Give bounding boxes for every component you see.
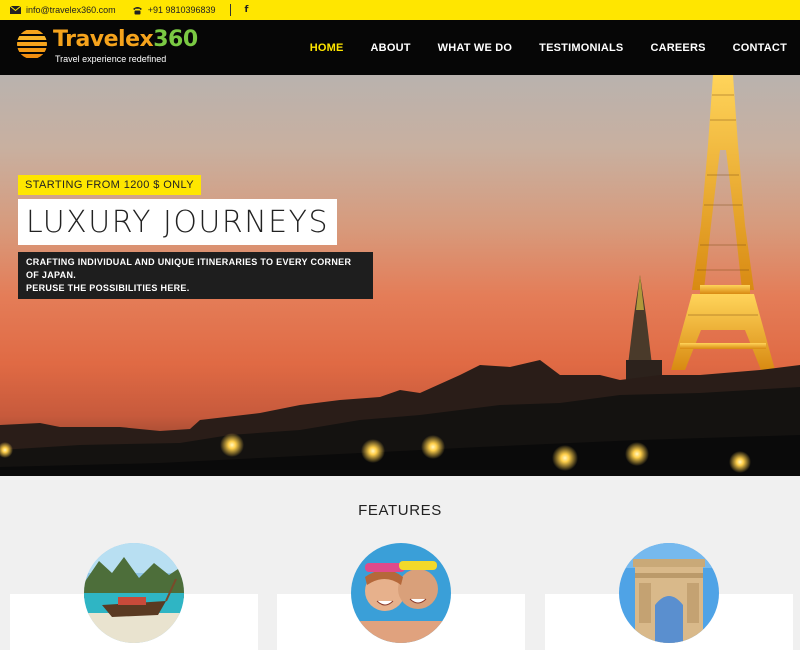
arc-de-triomphe-image <box>619 543 719 643</box>
sun-stripes-logo <box>17 29 47 59</box>
nav-careers[interactable]: CAREERS <box>650 42 705 54</box>
phone-contact[interactable]: +91 9810396839 <box>132 5 216 15</box>
facebook-icon[interactable]: f <box>245 5 249 15</box>
brand-part-2: 360 <box>153 27 198 52</box>
phone-icon <box>132 6 142 14</box>
divider <box>229 4 231 16</box>
email-text[interactable]: info@travelex360.com <box>26 5 116 15</box>
main-nav: HOME ABOUT WHAT WE DO TESTIMONIALS CAREE… <box>310 20 787 75</box>
site-header: Travelex360 Travel experience redefined … <box>0 20 800 75</box>
hero-description: CRAFTING INDIVIDUAL AND UNIQUE ITINERARI… <box>18 252 373 299</box>
price-badge: STARTING FROM 1200 $ ONLY <box>18 175 201 195</box>
top-contact-bar: info@travelex360.com +91 9810396839 f <box>0 0 800 20</box>
hero-description-line-2: PERUSE THE POSSIBILITIES HERE. <box>26 283 190 293</box>
nav-about[interactable]: ABOUT <box>371 42 411 54</box>
brand-name: Travelex360 <box>53 28 198 52</box>
site-logo[interactable]: Travelex360 Travel experience redefined <box>16 28 198 64</box>
brand-part-1: Travelex <box>53 27 154 52</box>
brand-tagline: Travel experience redefined <box>55 54 167 64</box>
features-heading: FEATURES <box>358 502 442 519</box>
phone-text[interactable]: +91 9810396839 <box>148 5 216 15</box>
nav-testimonials[interactable]: TESTIMONIALS <box>539 42 623 54</box>
tropical-boat-image <box>84 543 184 643</box>
hero-description-line-1: CRAFTING INDIVIDUAL AND UNIQUE ITINERARI… <box>26 257 352 280</box>
nav-home[interactable]: HOME <box>310 42 344 54</box>
nav-contact[interactable]: CONTACT <box>733 42 787 54</box>
couple-snorkel-image <box>351 543 451 643</box>
envelope-icon <box>10 6 21 14</box>
nav-what-we-do[interactable]: WHAT WE DO <box>438 42 513 54</box>
hero-headline: LUXURY JOURNEYS <box>18 199 338 245</box>
email-contact[interactable]: info@travelex360.com <box>10 5 116 15</box>
hero-banner: STARTING FROM 1200 $ ONLY LUXURY JOURNEY… <box>0 75 800 476</box>
